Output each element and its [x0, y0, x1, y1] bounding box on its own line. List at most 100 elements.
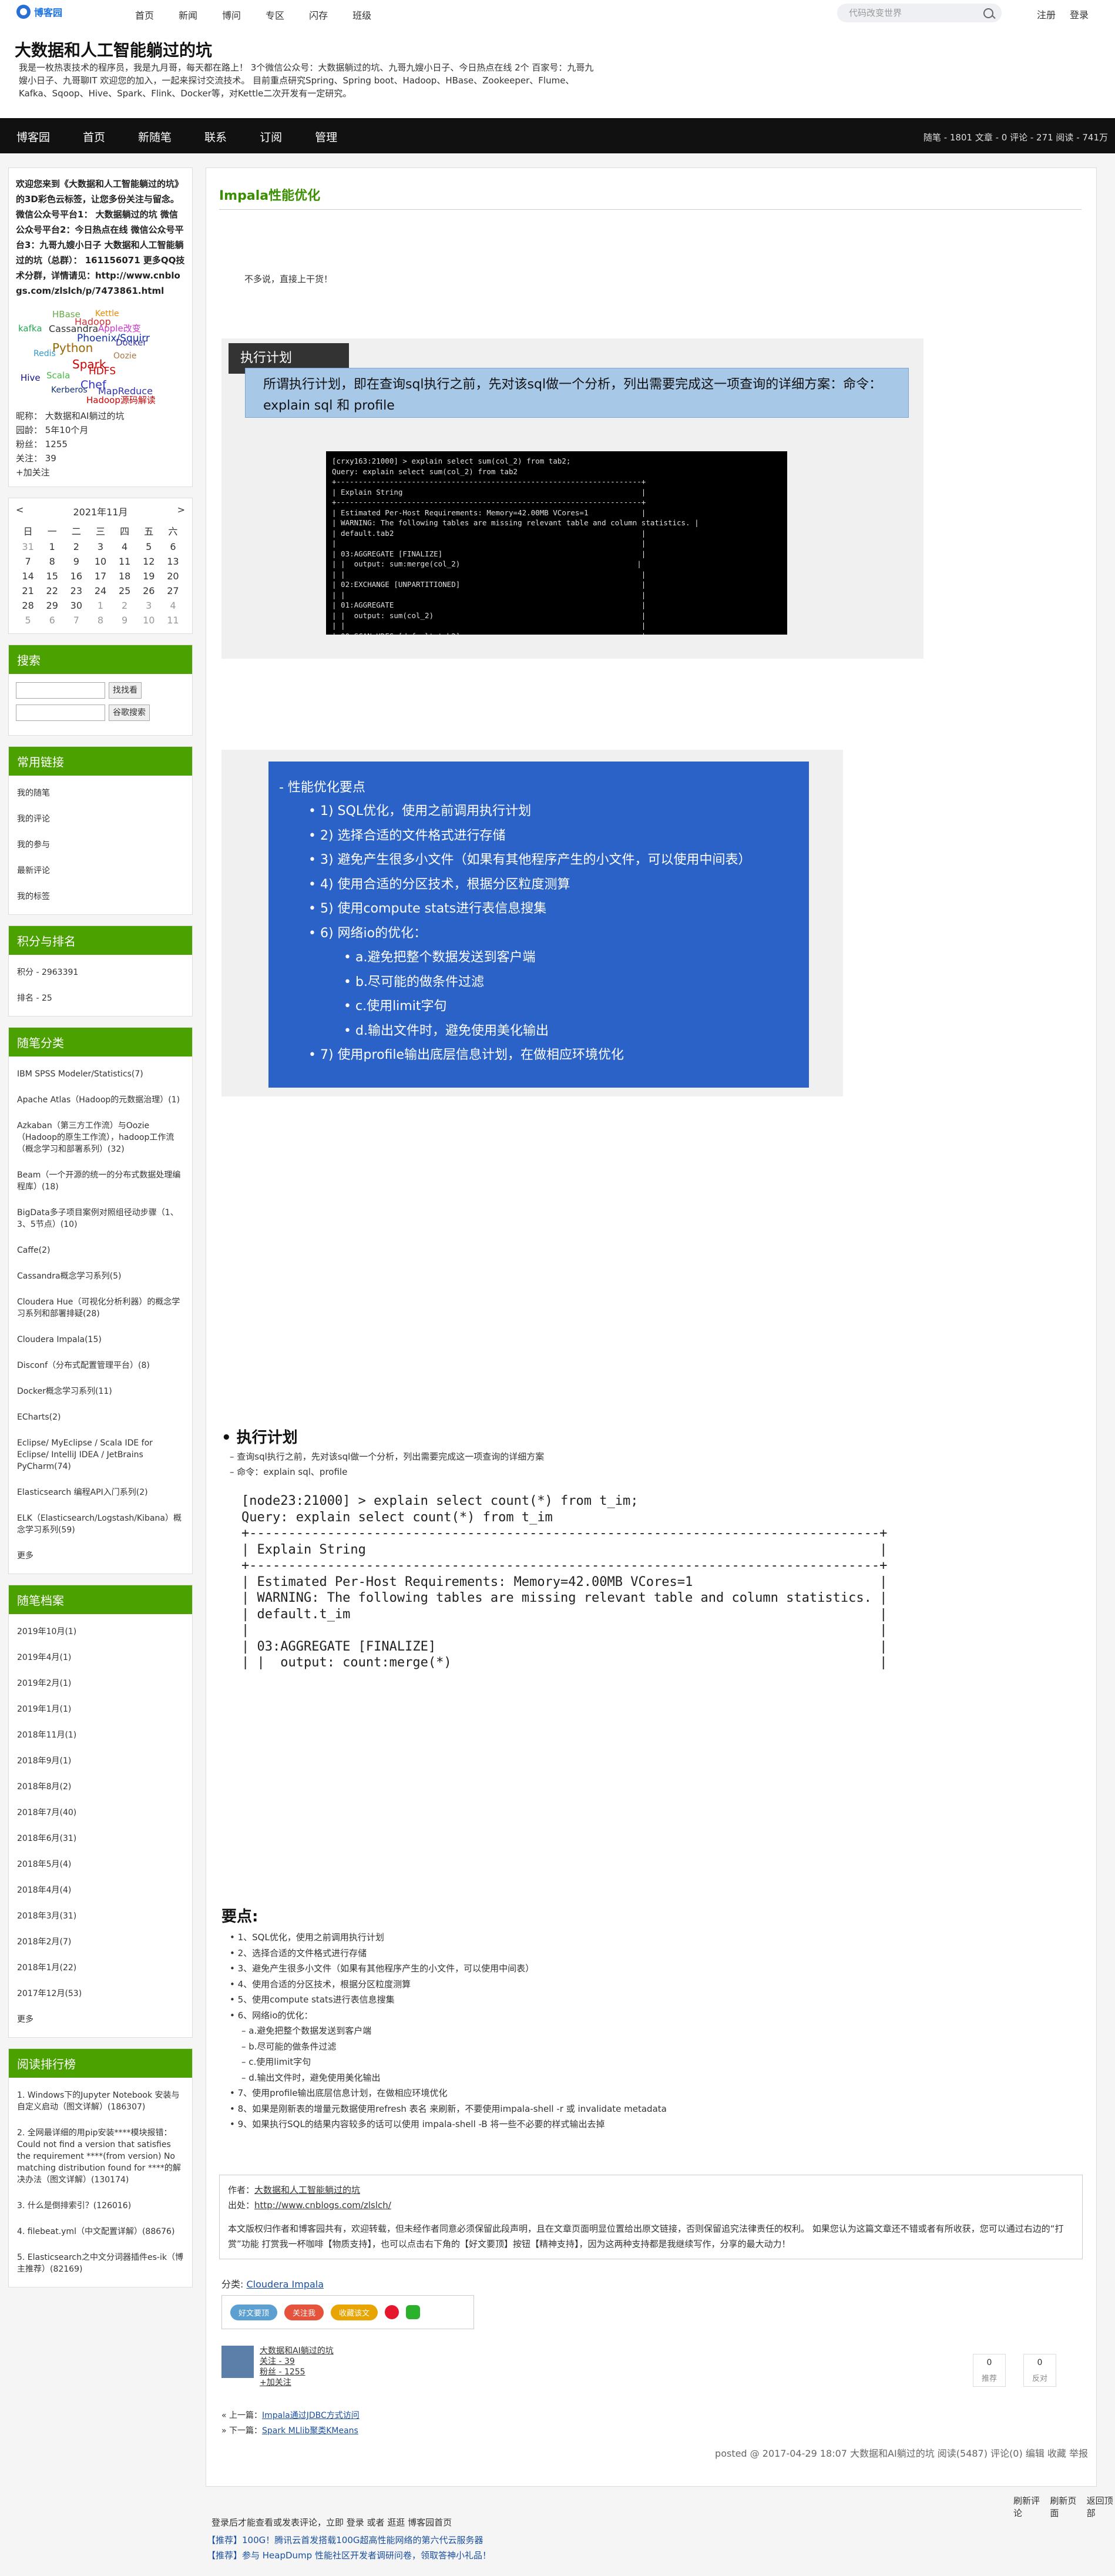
nav-contact[interactable]: 联系 — [204, 129, 227, 145]
calendar-day[interactable]: 20 — [161, 569, 185, 583]
calendar-day[interactable]: 10 — [88, 554, 112, 569]
tag-cloud-item[interactable]: Hadoop源码解读 — [86, 394, 156, 406]
recommend-link[interactable]: 【推荐】100G！腾讯云首发搭载100G超高性能网络的第六代云服务器 — [207, 2533, 1097, 2548]
common-link[interactable]: 我的评论 — [15, 806, 186, 832]
archive-link[interactable]: 2018年7月(40) — [15, 1800, 186, 1826]
category-link[interactable]: IBM SPSS Modeler/Statistics(7) — [15, 1061, 186, 1087]
category-link[interactable]: Caffe(2) — [15, 1237, 186, 1263]
nav-new-post[interactable]: 新随笔 — [138, 129, 172, 145]
category-link[interactable]: ECharts(2) — [15, 1404, 186, 1430]
calendar-day[interactable]: 9 — [113, 613, 137, 628]
top-nav-qa[interactable]: 博问 — [222, 8, 241, 22]
common-link[interactable]: 我的参与 — [15, 832, 186, 858]
archive-link[interactable]: 2018年4月(4) — [15, 1877, 186, 1903]
calendar-day[interactable]: 14 — [16, 569, 40, 583]
calendar-day[interactable]: 28 — [16, 598, 40, 613]
calendar-day[interactable]: 18 — [113, 569, 137, 583]
author-card-name[interactable]: 大数据和AI躺过的坑 — [260, 2346, 334, 2356]
top-nav-zone[interactable]: 专区 — [266, 8, 284, 22]
next-post-link[interactable]: Spark MLlib聚类KMeans — [262, 2426, 358, 2436]
login-prompt[interactable]: 登录后才能查看或发表评论，立即 登录 或者 逛逛 博客园首页 — [211, 2516, 452, 2528]
category-link[interactable]: 更多 — [15, 1543, 186, 1569]
profile-followers[interactable]: 粉丝： 1255 — [16, 437, 185, 451]
calendar-day[interactable]: 7 — [64, 613, 88, 628]
top-nav-news[interactable]: 新闻 — [179, 8, 197, 22]
calendar-day[interactable]: 9 — [64, 554, 88, 569]
archive-link[interactable]: 2017年12月(53) — [15, 1981, 186, 2007]
category-link[interactable]: Apache Atlas（Hadoop的元数据治理）(1) — [15, 1087, 186, 1113]
category-link[interactable]: Cloudera Hue（可视化分析利器）的概念学习系列和部署排疑(28) — [15, 1289, 186, 1327]
tag-cloud-item[interactable]: Docker — [116, 337, 147, 348]
calendar-day[interactable]: 8 — [88, 613, 112, 628]
top-read-link[interactable]: 4. filebeat.yml（中文配置详解）(88676) — [15, 2219, 186, 2245]
top-nav-class[interactable]: 班级 — [352, 8, 371, 22]
recommend-link[interactable]: 【推荐】参与 HeapDump 性能社区开发者调研问卷，领取答神小礼品！ — [207, 2548, 1097, 2563]
wechat-icon[interactable] — [406, 2305, 421, 2319]
nav-home[interactable]: 首页 — [83, 129, 105, 145]
calendar-day[interactable]: 17 — [88, 569, 112, 583]
calendar-day[interactable]: 19 — [137, 569, 161, 583]
top-read-link[interactable]: 1. Windows下的Jupyter Notebook 安装与自定义启动（图文… — [15, 2082, 186, 2120]
search-icon[interactable] — [983, 8, 993, 18]
archive-link[interactable]: 2018年6月(31) — [15, 1826, 186, 1852]
calendar-day[interactable]: 4 — [113, 539, 137, 554]
calendar-day[interactable]: 4 — [161, 598, 185, 613]
recommend-post-button[interactable]: 好文要顶 — [230, 2304, 278, 2320]
calendar-day[interactable]: 15 — [40, 569, 64, 583]
category-link[interactable]: Cassandra概念学习系列(5) — [15, 1263, 186, 1289]
google-search-input[interactable] — [16, 705, 105, 721]
category-link[interactable]: Docker概念学习系列(11) — [15, 1378, 186, 1404]
calendar-day[interactable]: 6 — [40, 613, 64, 628]
refresh-page-link[interactable]: 刷新页面 — [1050, 2494, 1078, 2519]
calendar-day[interactable]: 26 — [137, 583, 161, 598]
follow-button[interactable]: +加关注 — [16, 465, 185, 479]
google-search-button[interactable]: 谷歌搜索 — [109, 705, 150, 721]
archive-link[interactable]: 2018年3月(31) — [15, 1903, 186, 1929]
common-link[interactable]: 最新评论 — [15, 858, 186, 884]
archive-link[interactable]: 2018年8月(2) — [15, 1774, 186, 1800]
calendar-day[interactable]: 16 — [64, 569, 88, 583]
top-nav-home[interactable]: 首页 — [135, 8, 154, 22]
login-link[interactable]: 登录 — [1070, 7, 1089, 21]
favorite-button[interactable]: 收藏该文 — [331, 2304, 378, 2320]
tag-cloud-item[interactable]: HDFS — [89, 365, 116, 377]
archive-link[interactable]: 2018年5月(4) — [15, 1852, 186, 1877]
profile-nickname[interactable]: 昵称： 大数据和AI躺过的坑 — [16, 409, 185, 423]
calendar-day[interactable]: 3 — [88, 539, 112, 554]
calendar-prev-button[interactable]: < — [16, 504, 23, 518]
prev-post-link[interactable]: Impala通过JDBC方式访问 — [262, 2411, 360, 2420]
calendar-day[interactable]: 6 — [161, 539, 185, 554]
calendar-day[interactable]: 1 — [88, 598, 112, 613]
calendar-day[interactable]: 2 — [64, 539, 88, 554]
calendar-day[interactable]: 7 — [16, 554, 40, 569]
tag-cloud-item[interactable]: Kettle — [95, 309, 119, 318]
calendar-day[interactable]: 1 — [40, 539, 64, 554]
category-link[interactable]: ELK（Elasticsearch/Logstash/Kibana）概念学习系列… — [15, 1505, 186, 1543]
calendar-day[interactable]: 13 — [161, 554, 185, 569]
category-link[interactable]: Cloudera Impala — [247, 2279, 324, 2290]
archive-link[interactable]: 2018年1月(22) — [15, 1955, 186, 1981]
category-link[interactable]: Azkaban（第三方工作流）与Oozie（Hadoop的原生工作流），hado… — [15, 1113, 186, 1162]
common-link[interactable]: 我的标签 — [15, 884, 186, 910]
avatar[interactable] — [221, 2346, 254, 2378]
nav-manage[interactable]: 管理 — [315, 129, 337, 145]
tag-cloud-item[interactable]: kafka — [18, 323, 42, 334]
archive-link[interactable]: 2019年1月(1) — [15, 1696, 186, 1722]
blog-search-input[interactable] — [16, 682, 105, 699]
upvote-button[interactable]: 0 推荐 — [973, 2354, 1006, 2387]
weibo-icon[interactable] — [385, 2305, 399, 2319]
calendar-day[interactable]: 23 — [64, 583, 88, 598]
blog-title[interactable]: 大数据和人工智能躺过的坑 — [15, 38, 212, 61]
calendar-day[interactable]: 27 — [161, 583, 185, 598]
calendar-day[interactable]: 12 — [137, 554, 161, 569]
refresh-comments-link[interactable]: 刷新评论 — [1013, 2494, 1042, 2519]
calendar-day[interactable]: 24 — [88, 583, 112, 598]
nav-subscribe[interactable]: 订阅 — [260, 129, 282, 145]
calendar-next-button[interactable]: > — [177, 504, 185, 518]
top-read-link[interactable]: 2. 全网最详细的用pip安装****模块报错：Could not find a… — [15, 2120, 186, 2193]
archive-link[interactable]: 更多 — [15, 2007, 186, 2032]
back-to-top-link[interactable]: 返回顶部 — [1087, 2494, 1115, 2519]
top-read-link[interactable]: 3. 什么是倒排索引？(126016) — [15, 2193, 186, 2219]
tag-cloud-item[interactable]: Hive — [21, 373, 41, 383]
tag-cloud-item[interactable]: Oozie — [113, 351, 136, 361]
